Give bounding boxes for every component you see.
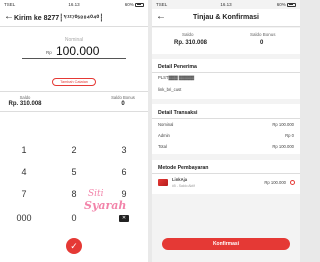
payment-section-title: Metode Pembayaran: [158, 165, 209, 171]
status-bar: TSEL 16.13 60%: [0, 0, 148, 9]
recipient-section-title: Detail Penerima: [158, 64, 197, 70]
recipient-name: PLST▓▓▓ ▓▓▓▓▓: [158, 75, 195, 80]
saldo-bonus-value: 0: [260, 40, 264, 46]
saldo-info: Saldo Rp. 310.008: [0, 95, 50, 107]
battery-label: 60%: [276, 2, 286, 7]
battery-indicator: 60%: [125, 2, 144, 7]
total-value: Rp 100.000: [272, 144, 294, 149]
page-title: Tinjau & Konfirmasi: [193, 14, 259, 21]
currency-label: Rp: [46, 50, 52, 55]
check-icon[interactable]: ✓: [66, 238, 82, 254]
divider: [152, 118, 300, 119]
key-2[interactable]: 2: [54, 140, 94, 160]
recipient-note: link_bri_cust: [158, 87, 182, 92]
saldo-bonus-info: Saldo Bonus 0: [98, 95, 148, 107]
nominal-value: Rp 100.000: [272, 122, 294, 127]
amount-entry-screen: TSEL 16.13 60% ← Kirim ke 8277┆ʼʳ¹²⁷⁰ˢ⁸⁸…: [0, 0, 148, 262]
top-bar: ← Kirim ke 8277┆ʼʳ¹²⁷⁰ˢ⁸⁸⁴⁰⁴⁰┆: [0, 9, 148, 27]
add-note-button[interactable]: Tambah Catatan: [52, 78, 96, 86]
selected-radio-icon[interactable]: [290, 180, 295, 185]
top-bar: ← Tinjau & Konfirmasi: [152, 9, 300, 27]
divider: [0, 111, 148, 112]
payment-method-name[interactable]: LinkAja: [172, 177, 187, 182]
saldo-bonus-label: Saldo Bonus: [111, 95, 135, 100]
backspace-icon[interactable]: ✕: [119, 215, 129, 222]
page-title: Kirim ke 8277┆ʼʳ¹²⁷⁰ˢ⁸⁸⁴⁰⁴⁰┆: [14, 15, 104, 22]
confirm-button[interactable]: Konfirmasi: [162, 238, 290, 250]
amount-input[interactable]: Rp 100.000: [22, 44, 126, 59]
saldo-bonus-value: 0: [121, 101, 125, 107]
watermark-logo: Siti Syarah: [80, 185, 127, 215]
saldo-label: Saldo: [182, 32, 194, 37]
transaction-card: Detail Transaksi Nominal Rp 100.000 Admi…: [152, 104, 300, 154]
admin-value: Rp 0: [285, 133, 294, 138]
key-6[interactable]: 6: [104, 162, 144, 182]
recipient-card: Detail Penerima PLST▓▓▓ ▓▓▓▓▓ link_bri_c…: [152, 59, 300, 99]
divider: [0, 91, 148, 92]
amount-label: Nominal: [64, 37, 84, 43]
transaction-section-title: Detail Transaksi: [158, 110, 198, 116]
key-000[interactable]: 000: [4, 208, 44, 228]
back-arrow-icon[interactable]: ←: [4, 11, 14, 23]
amount-value: 100.000: [56, 44, 100, 58]
key-4[interactable]: 4: [4, 162, 44, 182]
battery-icon: [287, 2, 296, 7]
divider: [152, 72, 300, 73]
payment-method-sub: #5 - Saldo Aktif: [172, 184, 195, 188]
saldo-label: Saldo: [19, 95, 31, 100]
admin-label: Admin: [158, 133, 170, 138]
total-label: Total: [158, 144, 167, 149]
saldo-bonus-label: Saldo Bonus: [250, 32, 276, 37]
key-3[interactable]: 3: [104, 140, 144, 160]
linkaja-card-icon: [158, 179, 168, 186]
watermark-line2: Syarah: [84, 199, 127, 212]
key-7[interactable]: 7: [4, 184, 44, 204]
balance-card: Saldo Rp. 310.008 Saldo Bonus 0: [152, 28, 300, 54]
status-bar: TSEL 16.13 60%: [152, 0, 300, 9]
nominal-label: Nominal: [158, 122, 174, 127]
key-5[interactable]: 5: [54, 162, 94, 182]
saldo-value: Rp. 310.008: [174, 40, 208, 46]
watermark-line1: Siti: [88, 189, 104, 199]
payment-value: Rp 100.000: [264, 180, 286, 185]
review-confirm-screen: TSEL 16.13 60% ← Tinjau & Konfirmasi Sal…: [152, 0, 300, 262]
divider: [152, 173, 300, 174]
payment-method-card: Metode Pembayaran LinkAja #5 - Saldo Akt…: [152, 160, 300, 194]
battery-indicator: 60%: [277, 2, 296, 7]
battery-icon: [135, 2, 144, 7]
key-1[interactable]: 1: [4, 140, 44, 160]
saldo-value: Rp. 310.008: [8, 101, 42, 107]
battery-label: 60%: [124, 2, 134, 7]
